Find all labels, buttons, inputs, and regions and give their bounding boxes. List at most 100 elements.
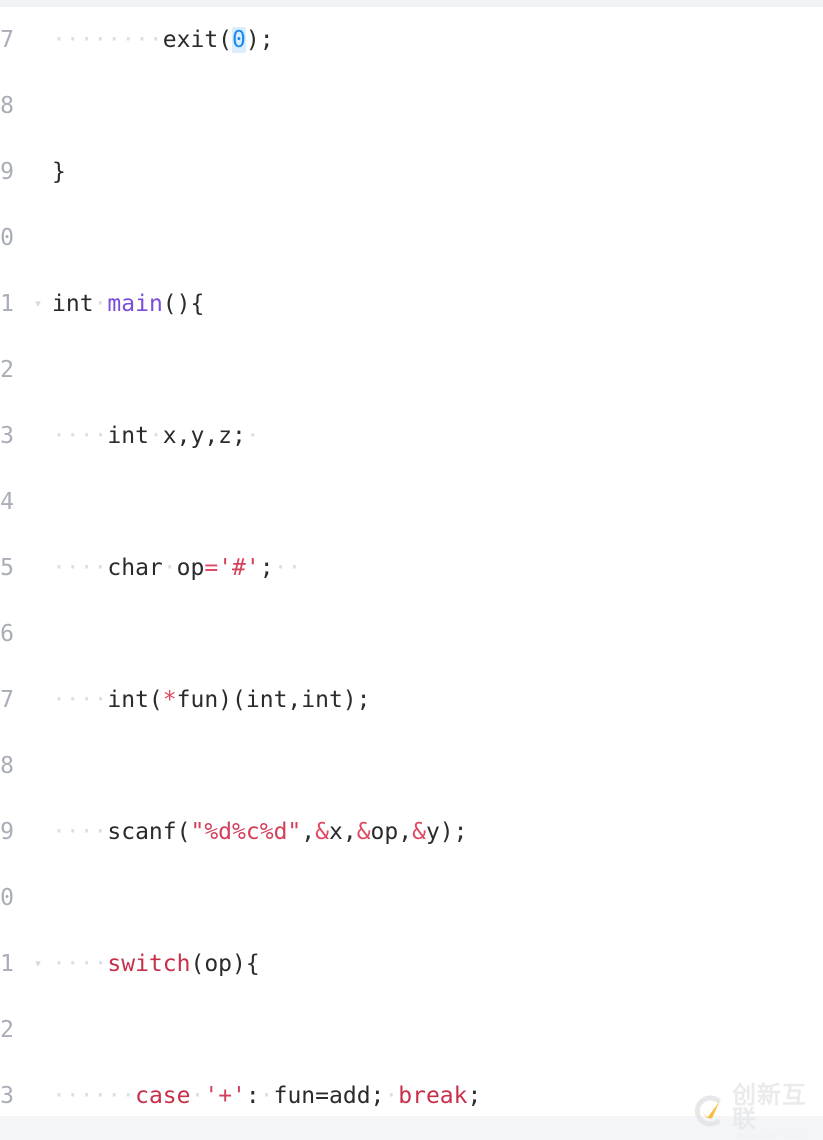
code-token: · bbox=[162, 555, 177, 581]
fold-arrow-icon[interactable]: ▾ bbox=[31, 931, 45, 997]
code-token: case bbox=[135, 1083, 191, 1109]
code-token: · bbox=[93, 291, 108, 317]
code-token: main bbox=[107, 291, 163, 317]
line-number: 7 bbox=[0, 687, 14, 713]
code-line-text: } bbox=[52, 139, 66, 205]
code-token: scanf( bbox=[107, 819, 191, 845]
code-token: x, bbox=[328, 819, 357, 845]
line-number: 9 bbox=[0, 159, 14, 185]
code-token: '#' bbox=[218, 555, 260, 581]
code-line[interactable]: 9 ····scanf("%d%c%d",&x,&op,&y); bbox=[0, 799, 823, 865]
code-surface[interactable]: 7 ········exit(0); 8 9} 0 1 ▾ int·main(){2 3 ····… bbox=[0, 7, 823, 1117]
code-token: ·· bbox=[273, 555, 302, 581]
line-number: 9 bbox=[0, 819, 14, 845]
code-token: & bbox=[315, 819, 329, 845]
line-number: 1 bbox=[0, 291, 14, 317]
line-number: 0 bbox=[0, 225, 14, 251]
code-token: · bbox=[190, 1083, 205, 1109]
code-line[interactable]: 8 bbox=[0, 73, 823, 139]
code-line-text: ····int(*fun)(int,int); bbox=[52, 667, 371, 733]
code-token: ···· bbox=[52, 423, 108, 449]
code-line-text: int·main(){ bbox=[52, 271, 204, 337]
code-token: x,y,z; bbox=[162, 423, 246, 449]
code-token: ; bbox=[467, 1083, 482, 1109]
code-line[interactable]: 0 bbox=[0, 205, 823, 271]
code-token: int bbox=[52, 291, 94, 317]
code-line[interactable]: 7 ········exit(0); bbox=[0, 7, 823, 73]
line-number: 4 bbox=[0, 489, 14, 515]
code-line[interactable]: 1 ▾ int·main(){ bbox=[0, 271, 823, 337]
code-token: char bbox=[107, 555, 163, 581]
line-number: 2 bbox=[0, 357, 14, 383]
line-number: 1 bbox=[0, 951, 14, 977]
code-line[interactable]: 2 bbox=[0, 997, 823, 1063]
line-number: 0 bbox=[0, 885, 14, 911]
code-token: op, bbox=[370, 819, 413, 845]
code-token: (){ bbox=[162, 291, 205, 317]
code-token: & bbox=[412, 819, 426, 845]
watermark-brand-en: CHUANGXIN HULIAN bbox=[732, 1133, 808, 1140]
code-token: (op){ bbox=[190, 951, 260, 977]
editor-top-strip bbox=[0, 0, 823, 7]
code-token: ; bbox=[259, 555, 274, 581]
watermark-text: 创新互联 CHUANGXIN HULIAN bbox=[732, 1083, 816, 1140]
fold-arrow-icon[interactable]: ▾ bbox=[31, 271, 45, 337]
code-line-text: ····int·x,y,z;· bbox=[52, 403, 260, 469]
code-token: switch bbox=[107, 951, 191, 977]
code-token: '+' bbox=[204, 1083, 246, 1109]
code-token: 0 bbox=[232, 27, 246, 53]
code-line[interactable]: 0 bbox=[0, 865, 823, 931]
line-number: 6 bbox=[0, 621, 14, 647]
line-number: 2 bbox=[0, 1017, 14, 1043]
code-line[interactable]: 4 bbox=[0, 469, 823, 535]
code-token: * bbox=[162, 687, 177, 713]
code-token: ···· bbox=[52, 951, 108, 977]
code-token: ···· bbox=[52, 819, 108, 845]
code-token: ········ bbox=[52, 27, 163, 53]
code-line-text: ········exit(0); bbox=[52, 7, 274, 73]
code-line[interactable]: 7 ····int(*fun)(int,int); bbox=[0, 667, 823, 733]
code-token: "%d%c%d" bbox=[190, 819, 302, 845]
code-token: ···· bbox=[52, 555, 108, 581]
c-swoosh-logo-icon bbox=[688, 1091, 728, 1131]
line-number: 3 bbox=[0, 1083, 14, 1109]
line-number: 7 bbox=[0, 27, 14, 53]
code-token: ······ bbox=[52, 1083, 136, 1109]
code-token: · bbox=[384, 1083, 399, 1109]
code-token: ); bbox=[245, 27, 274, 53]
line-number: 3 bbox=[0, 423, 14, 449]
code-line[interactable]: 6 bbox=[0, 601, 823, 667]
code-token: · bbox=[245, 423, 260, 449]
line-number: 8 bbox=[0, 753, 14, 779]
code-line-text: ····scanf("%d%c%d",&x,&op,&y); bbox=[52, 799, 468, 865]
code-token: , bbox=[301, 819, 316, 845]
code-token: ···· bbox=[52, 687, 108, 713]
code-token: fun=add; bbox=[273, 1083, 385, 1109]
line-number: 5 bbox=[0, 555, 14, 581]
code-token: · bbox=[259, 1083, 274, 1109]
watermark-brand-cn: 创新互联 bbox=[732, 1080, 807, 1133]
code-token: fun)(int,int); bbox=[176, 687, 371, 713]
code-editor: 7 ········exit(0); 8 9} 0 1 ▾ int·main(){2 3 ····… bbox=[0, 0, 823, 1140]
code-line-text: ······case·'+':·fun=add;·break; bbox=[52, 1063, 482, 1116]
code-line[interactable]: 8 bbox=[0, 733, 823, 799]
code-token: & bbox=[356, 819, 371, 845]
code-token: · bbox=[148, 423, 163, 449]
code-token: } bbox=[52, 159, 66, 185]
code-token: = bbox=[204, 555, 219, 581]
code-token: break bbox=[398, 1083, 468, 1109]
code-token: int bbox=[107, 423, 149, 449]
code-token: y); bbox=[425, 819, 468, 845]
code-line-text: ····char·op='#';·· bbox=[52, 535, 301, 601]
code-line[interactable]: 1 ▾ ····switch(op){ bbox=[0, 931, 823, 997]
code-line-list: 7 ········exit(0); 8 9} 0 1 ▾ int·main(){2 3 ····… bbox=[0, 7, 823, 1116]
code-line[interactable]: 5 ····char·op='#';·· bbox=[0, 535, 823, 601]
code-line[interactable]: 2 bbox=[0, 337, 823, 403]
code-token: int( bbox=[107, 687, 163, 713]
code-token: exit( bbox=[162, 27, 233, 53]
code-token: op bbox=[176, 555, 205, 581]
code-line[interactable]: 3 ····int·x,y,z;· bbox=[0, 403, 823, 469]
code-line-text: ····switch(op){ bbox=[52, 931, 260, 997]
code-line[interactable]: 9} bbox=[0, 139, 823, 205]
line-number: 8 bbox=[0, 93, 14, 119]
